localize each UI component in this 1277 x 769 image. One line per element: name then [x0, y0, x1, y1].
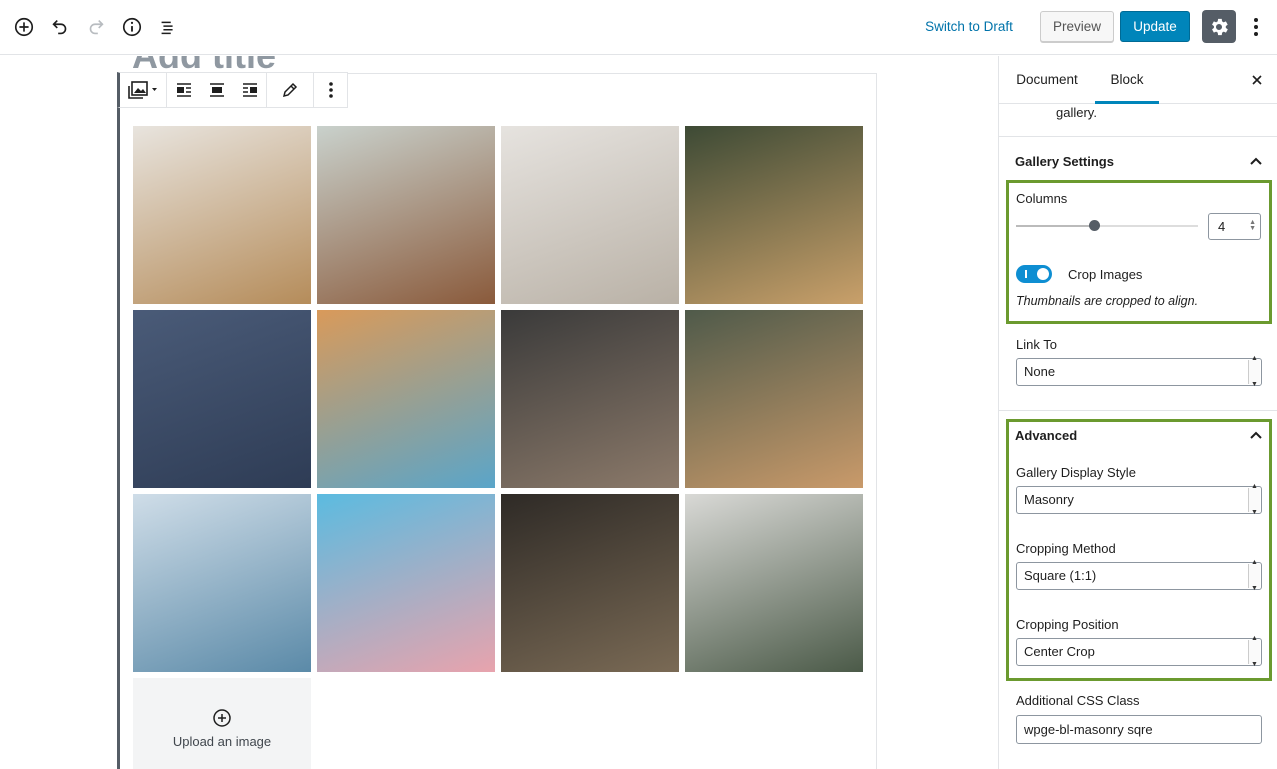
cropping-method-select[interactable]: Square (1:1) ▲ ▼ [1016, 559, 1262, 592]
align-center-icon [209, 83, 224, 97]
cropping-position-label: Cropping Position [1016, 617, 1119, 632]
sidebar-tabs: Document Block [999, 56, 1277, 104]
add-block-icon[interactable] [11, 14, 37, 40]
columns-slider[interactable] [1016, 220, 1198, 231]
dropdown-arrow-icon: ▲ ▼ [1248, 483, 1260, 516]
link-to-value: None [1024, 364, 1056, 379]
cropping-position-select[interactable]: Center Crop ▲ ▼ [1016, 635, 1262, 668]
dropdown-arrow-icon: ▲ ▼ [1248, 355, 1260, 388]
cropping-position-value: Center Crop [1024, 644, 1095, 659]
woman-denim-photo[interactable] [317, 494, 495, 672]
pencil-icon [282, 82, 298, 98]
ornament-photo[interactable] [685, 310, 863, 488]
vertical-ellipsis-icon [1254, 18, 1258, 36]
dropdown-arrow-icon: ▲ ▼ [1248, 635, 1260, 668]
panel-divider [999, 410, 1277, 411]
columns-number-input[interactable]: 4 ▲ ▼ [1208, 213, 1261, 240]
css-class-label: Additional CSS Class [1016, 693, 1140, 708]
settings-button[interactable] [1202, 10, 1236, 43]
top-toolbar: Switch to Draft Preview Update [0, 0, 1277, 55]
close-icon [1252, 75, 1262, 85]
beach-aerial-photo[interactable] [317, 310, 495, 488]
update-button[interactable]: Update [1120, 11, 1190, 42]
css-class-input[interactable]: wpge-bl-masonry sqre [1016, 715, 1262, 744]
display-style-label: Gallery Display Style [1016, 465, 1136, 480]
info-icon[interactable] [119, 14, 145, 40]
chevron-up-icon[interactable] [1249, 154, 1263, 168]
upload-image-button[interactable]: Upload an image [133, 678, 311, 769]
block-description-text: gallery. [1056, 105, 1097, 120]
display-style-value: Masonry [1024, 492, 1074, 507]
city-street-photo[interactable] [501, 310, 679, 488]
align-center-button[interactable] [200, 73, 233, 107]
display-style-select[interactable]: Masonry ▲ ▼ [1016, 483, 1262, 516]
dropdown-arrow-icon: ▲ ▼ [1248, 559, 1260, 592]
gallery-settings-panel-title[interactable]: Gallery Settings [1015, 154, 1114, 169]
wooden-table-photo[interactable] [317, 126, 495, 304]
christmas-gift-photo[interactable] [685, 126, 863, 304]
panel-divider [999, 136, 1277, 137]
align-right-icon [242, 83, 257, 97]
columns-value: 4 [1218, 219, 1226, 234]
editor-canvas: Add title [0, 56, 998, 769]
undo-icon[interactable] [47, 14, 73, 40]
spinner-arrows-icon[interactable]: ▲ ▼ [1249, 219, 1256, 232]
settings-sidebar: Document Block gallery. Gallery Settings… [998, 56, 1277, 769]
gallery-icon [128, 81, 157, 99]
columns-slider-fill [1016, 225, 1095, 227]
tab-block[interactable]: Block [1095, 56, 1159, 104]
vertical-ellipsis-icon [328, 82, 333, 98]
outline-list-icon[interactable] [155, 14, 181, 40]
columns-label: Columns [1016, 191, 1068, 206]
redo-icon[interactable] [83, 14, 109, 40]
living-room-photo[interactable] [501, 494, 679, 672]
chevron-up-icon[interactable] [1249, 428, 1263, 442]
cropping-method-label: Cropping Method [1016, 541, 1116, 556]
preview-button[interactable]: Preview [1040, 11, 1114, 42]
block-toolbar [117, 72, 348, 108]
upload-image-label: Upload an image [172, 733, 272, 749]
toggle-knob [1037, 268, 1049, 280]
edit-gallery-button[interactable] [267, 73, 313, 107]
advanced-panel-title[interactable]: Advanced [1015, 428, 1077, 443]
block-more-options-button[interactable] [314, 73, 347, 107]
close-sidebar-button[interactable] [1247, 70, 1267, 90]
airplane-photo[interactable] [133, 310, 311, 488]
office-interior-photo[interactable] [685, 494, 863, 672]
align-left-icon [176, 83, 191, 97]
css-class-value: wpge-bl-masonry sqre [1024, 722, 1153, 737]
change-block-type-button[interactable] [120, 73, 166, 107]
dining-room-photo[interactable] [133, 126, 311, 304]
gear-icon [1212, 18, 1228, 35]
align-left-button[interactable] [167, 73, 200, 107]
cropping-method-value: Square (1:1) [1024, 568, 1097, 583]
toggle-on-indicator [1025, 270, 1027, 278]
tab-document[interactable]: Document [1015, 56, 1079, 104]
align-right-button[interactable] [233, 73, 266, 107]
link-to-select[interactable]: None ▲ ▼ [1016, 355, 1262, 388]
more-options-button[interactable] [1245, 14, 1267, 40]
bicycle-beach-photo[interactable] [133, 494, 311, 672]
add-circle-icon [213, 708, 231, 727]
crop-images-help: Thumbnails are cropped to align. [1016, 294, 1199, 308]
crop-images-toggle[interactable] [1016, 265, 1052, 283]
switch-to-draft-link[interactable]: Switch to Draft [915, 16, 1023, 38]
link-to-label: Link To [1016, 337, 1057, 352]
woman-beach-photo[interactable] [501, 126, 679, 304]
crop-images-label: Crop Images [1068, 267, 1143, 282]
